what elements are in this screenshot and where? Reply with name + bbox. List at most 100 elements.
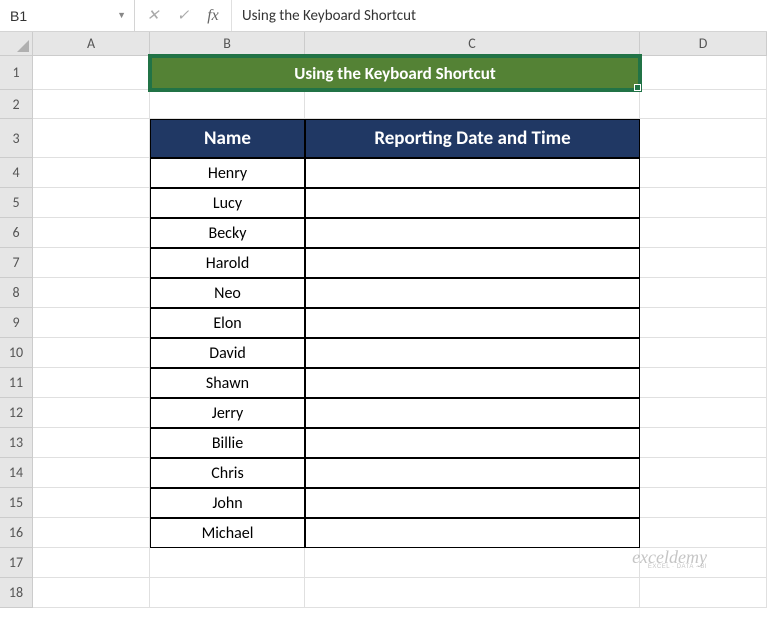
col-header-c[interactable]: C xyxy=(305,32,640,56)
cell[interactable] xyxy=(640,90,767,119)
table-row[interactable]: Chris xyxy=(150,458,305,488)
row-header[interactable]: 5 xyxy=(0,188,33,218)
cell[interactable] xyxy=(640,119,767,158)
cell[interactable] xyxy=(33,90,150,119)
cell[interactable] xyxy=(33,56,150,90)
row-header[interactable]: 12 xyxy=(0,398,33,428)
cell[interactable] xyxy=(640,338,767,368)
row-header[interactable]: 1 xyxy=(0,56,33,90)
row-header[interactable]: 9 xyxy=(0,308,33,338)
cell[interactable] xyxy=(640,458,767,488)
formula-input[interactable]: Using the Keyboard Shortcut xyxy=(232,0,767,31)
table-row[interactable] xyxy=(305,278,640,308)
row-header[interactable]: 6 xyxy=(0,218,33,248)
table-row[interactable]: Shawn xyxy=(150,368,305,398)
table-row[interactable]: Henry xyxy=(150,158,305,188)
cell[interactable] xyxy=(33,158,150,188)
cell[interactable] xyxy=(640,488,767,518)
row-header[interactable]: 13 xyxy=(0,428,33,458)
cell[interactable] xyxy=(640,248,767,278)
row-header[interactable]: 11 xyxy=(0,368,33,398)
table-header-reporting[interactable]: Reporting Date and Time xyxy=(305,119,640,158)
cell[interactable] xyxy=(33,119,150,158)
cell[interactable] xyxy=(33,248,150,278)
row-header[interactable]: 14 xyxy=(0,458,33,488)
table-header-name[interactable]: Name xyxy=(150,119,305,158)
col-header-b[interactable]: B xyxy=(150,32,305,56)
table-row[interactable]: Billie xyxy=(150,428,305,458)
table-row[interactable] xyxy=(305,248,640,278)
title-cell[interactable]: Using the Keyboard Shortcut xyxy=(150,56,640,90)
row-header[interactable]: 15 xyxy=(0,488,33,518)
cell[interactable] xyxy=(33,188,150,218)
cell[interactable] xyxy=(640,308,767,338)
row-header[interactable]: 3 xyxy=(0,119,33,158)
cell[interactable] xyxy=(33,488,150,518)
cell[interactable] xyxy=(305,548,640,578)
row-header[interactable]: 8 xyxy=(0,278,33,308)
cell[interactable] xyxy=(640,218,767,248)
cell[interactable] xyxy=(33,578,150,608)
cell[interactable] xyxy=(640,158,767,188)
cell[interactable] xyxy=(33,218,150,248)
table-row[interactable] xyxy=(305,188,640,218)
table-row[interactable]: Becky xyxy=(150,218,305,248)
name-box-wrap[interactable]: ▼ xyxy=(0,0,135,31)
cell[interactable] xyxy=(640,368,767,398)
row-header[interactable]: 16 xyxy=(0,518,33,548)
cell[interactable] xyxy=(640,278,767,308)
table-row[interactable] xyxy=(305,488,640,518)
cell[interactable] xyxy=(640,56,767,90)
table-row[interactable]: David xyxy=(150,338,305,368)
cell[interactable] xyxy=(33,518,150,548)
cell[interactable] xyxy=(150,90,305,119)
table-row[interactable]: Neo xyxy=(150,278,305,308)
table-row[interactable]: John xyxy=(150,488,305,518)
cell[interactable] xyxy=(640,398,767,428)
cell[interactable] xyxy=(33,428,150,458)
cell[interactable] xyxy=(305,90,640,119)
table-row[interactable] xyxy=(305,158,640,188)
cell[interactable] xyxy=(305,578,640,608)
table-row[interactable] xyxy=(305,368,640,398)
cell[interactable] xyxy=(640,428,767,458)
cell[interactable] xyxy=(33,398,150,428)
cell[interactable] xyxy=(33,368,150,398)
cell[interactable] xyxy=(33,338,150,368)
table-row[interactable] xyxy=(305,428,640,458)
cell[interactable] xyxy=(150,578,305,608)
row-header[interactable]: 18 xyxy=(0,578,33,608)
name-box[interactable] xyxy=(10,8,110,24)
row-header[interactable]: 10 xyxy=(0,338,33,368)
cancel-icon[interactable]: ✕ xyxy=(139,0,167,31)
table-row[interactable] xyxy=(305,338,640,368)
cell[interactable] xyxy=(640,188,767,218)
cell[interactable] xyxy=(33,548,150,578)
table-row[interactable]: Harold xyxy=(150,248,305,278)
cell[interactable] xyxy=(33,308,150,338)
fx-icon[interactable]: fx xyxy=(199,0,227,31)
table-row[interactable] xyxy=(305,308,640,338)
cell[interactable] xyxy=(150,548,305,578)
select-all-corner[interactable] xyxy=(0,32,33,56)
cell[interactable] xyxy=(33,458,150,488)
chevron-down-icon[interactable]: ▼ xyxy=(113,10,130,21)
row-header[interactable]: 2 xyxy=(0,90,33,119)
table-row[interactable] xyxy=(305,218,640,248)
row-header[interactable]: 7 xyxy=(0,248,33,278)
row-header[interactable]: 17 xyxy=(0,548,33,578)
cell[interactable] xyxy=(640,578,767,608)
table-row[interactable]: Lucy xyxy=(150,188,305,218)
fill-handle[interactable] xyxy=(634,84,641,91)
enter-icon[interactable]: ✓ xyxy=(169,0,197,31)
col-header-a[interactable]: A xyxy=(33,32,150,56)
row-header[interactable]: 4 xyxy=(0,158,33,188)
table-row[interactable] xyxy=(305,398,640,428)
table-row[interactable]: Elon xyxy=(150,308,305,338)
cell[interactable] xyxy=(33,278,150,308)
table-row[interactable]: Michael xyxy=(150,518,305,548)
table-row[interactable]: Jerry xyxy=(150,398,305,428)
cell[interactable] xyxy=(640,518,767,548)
table-row[interactable] xyxy=(305,458,640,488)
col-header-d[interactable]: D xyxy=(640,32,767,56)
